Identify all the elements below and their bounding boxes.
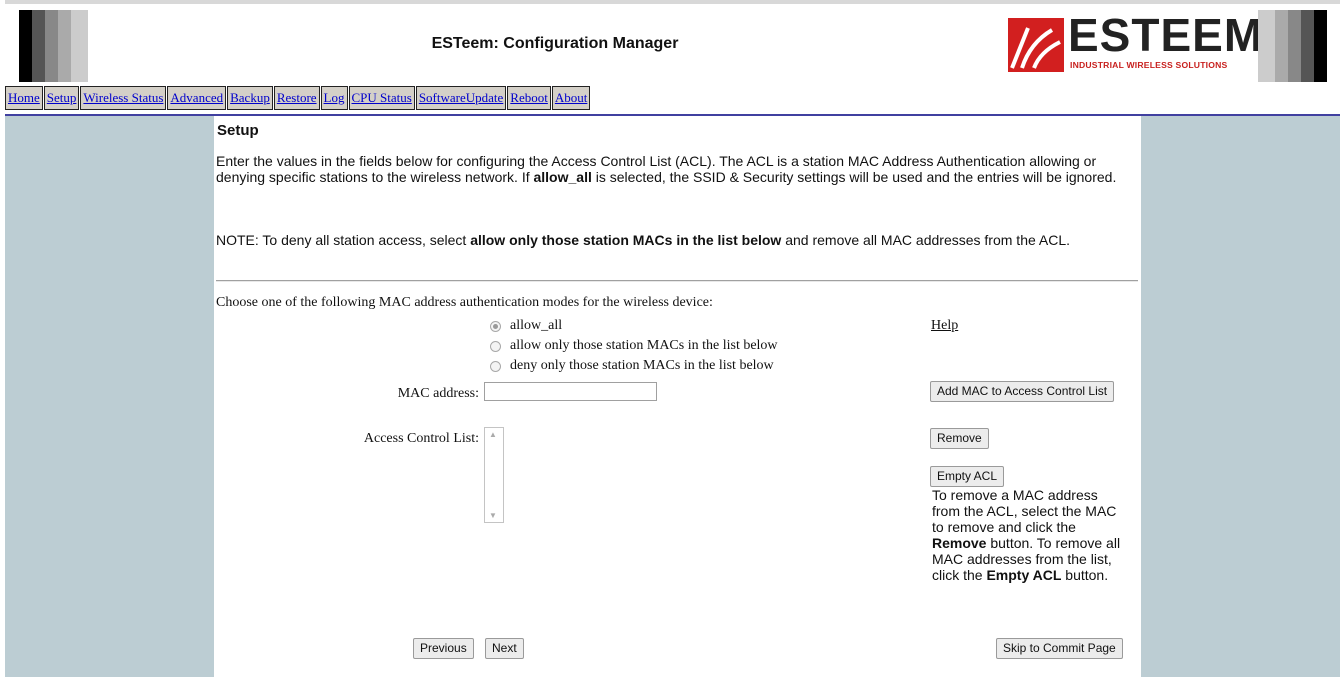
logo-wordmark: ESTEEM — [1068, 9, 1264, 61]
mode-option-allow-all[interactable]: allow_all — [490, 318, 562, 334]
mode-label: allow only those station MACs in the lis… — [510, 338, 778, 353]
radio-allow-list[interactable] — [490, 340, 501, 352]
radio-allow-all[interactable] — [490, 320, 501, 332]
logo-tagline: INDUSTRIAL WIRELESS SOLUTIONS — [1070, 60, 1228, 70]
header: ESTeem: Configuration Manager ESTEEM IND… — [5, 0, 1340, 82]
mode-option-deny-list[interactable]: deny only those station MACs in the list… — [490, 358, 774, 374]
skip-to-commit-button[interactable]: Skip to Commit Page — [996, 638, 1123, 659]
left-margin-panel — [5, 116, 214, 677]
main-nav: Home Setup Wireless Status Advanced Back… — [5, 86, 591, 110]
mode-label: allow_all — [510, 318, 563, 333]
nav-wireless-status[interactable]: Wireless Status — [80, 86, 167, 110]
header-decoration-right — [1258, 10, 1327, 82]
radio-deny-list[interactable] — [490, 360, 501, 372]
intro-text: Enter the values in the fields below for… — [216, 153, 1117, 185]
empty-acl-button[interactable]: Empty ACL — [930, 466, 1005, 487]
mode-label: deny only those station MACs in the list… — [510, 358, 774, 373]
esteem-logo-mark-icon — [1008, 18, 1064, 72]
help-link[interactable]: Help — [931, 318, 958, 334]
nav-about[interactable]: About — [551, 86, 591, 110]
nav-cpu-status[interactable]: CPU Status — [348, 86, 415, 110]
note-text: NOTE: To deny all station access, select… — [216, 232, 1071, 248]
mac-address-label: MAC address: — [397, 386, 479, 401]
acl-listbox[interactable]: ▲ ▼ — [484, 427, 504, 523]
section-divider — [216, 280, 1138, 282]
nav-restore[interactable]: Restore — [273, 86, 320, 110]
nav-log[interactable]: Log — [320, 86, 348, 110]
add-mac-button[interactable]: Add MAC to Access Control List — [930, 381, 1115, 402]
nav-software-update[interactable]: SoftwareUpdate — [415, 86, 507, 110]
nav-reboot[interactable]: Reboot — [507, 86, 551, 110]
page-title: Setup — [217, 122, 259, 139]
mac-address-input[interactable] — [484, 382, 657, 401]
nav-advanced[interactable]: Advanced — [167, 86, 227, 110]
app-title: ESTeem: Configuration Manager — [431, 35, 679, 52]
next-button[interactable]: Next — [485, 638, 524, 659]
esteem-logo: ESTEEM INDUSTRIAL WIRELESS SOLUTIONS — [1008, 9, 1262, 76]
acl-help-text: To remove a MAC address from the ACL, se… — [932, 487, 1121, 583]
right-margin-panel — [1141, 116, 1340, 677]
scroll-down-icon[interactable]: ▼ — [489, 511, 497, 520]
mode-prompt: Choose one of the following MAC address … — [216, 295, 713, 310]
nav-setup[interactable]: Setup — [43, 86, 80, 110]
mode-option-allow-list[interactable]: allow only those station MACs in the lis… — [490, 338, 778, 354]
remove-button[interactable]: Remove — [930, 428, 989, 449]
acl-label: Access Control List: — [363, 431, 479, 446]
nav-backup[interactable]: Backup — [227, 86, 273, 110]
scroll-up-icon[interactable]: ▲ — [489, 430, 497, 439]
previous-button[interactable]: Previous — [413, 638, 474, 659]
setup-content: Setup Enter the values in the fields bel… — [214, 116, 1141, 677]
nav-home[interactable]: Home — [5, 86, 43, 110]
